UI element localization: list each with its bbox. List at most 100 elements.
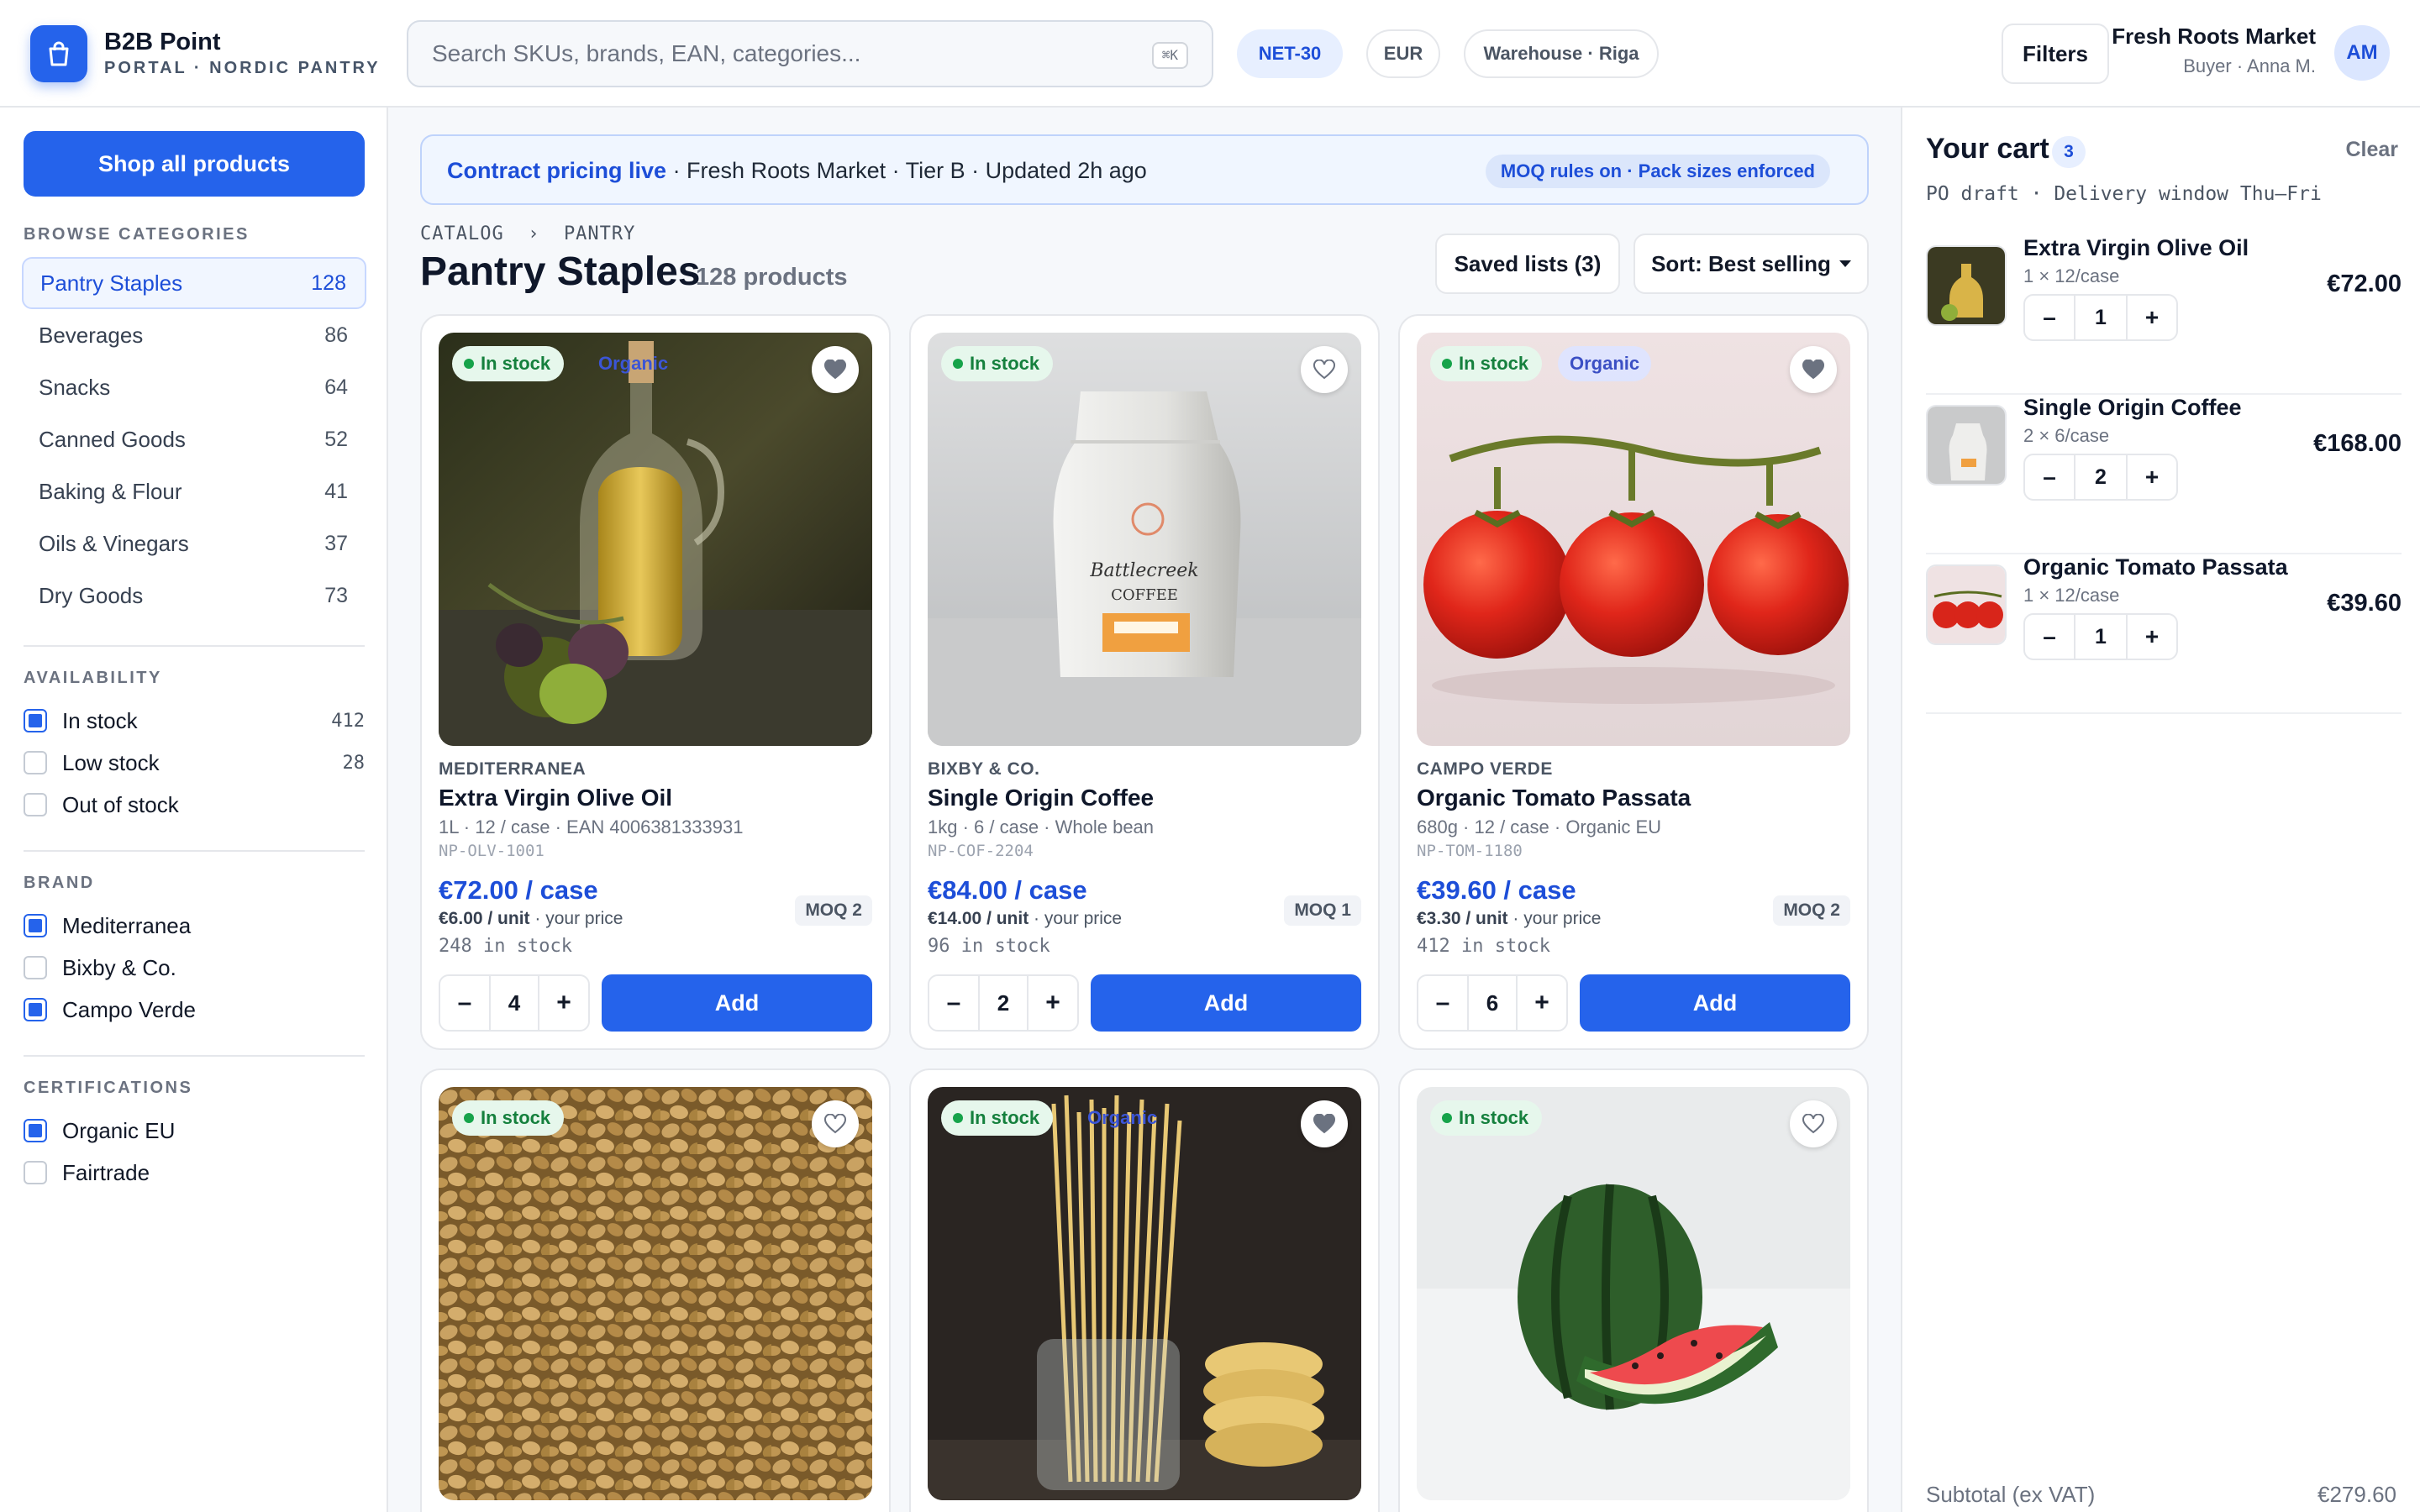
decrement-button[interactable]: – [2025,296,2074,339]
product-card: In stock [420,1068,891,1512]
quantity-value[interactable]: 2 [978,976,1028,1030]
breadcrumb[interactable]: CATALOG › PANTRY [420,223,635,244]
decrement-button[interactable]: – [929,976,978,1030]
search-bar[interactable]: ⌘K [407,20,1213,87]
coffee-bag-photo: Battlecreek COFFEE [928,333,1361,746]
cart-item-pack: 2 × 6/case [2023,425,2110,446]
category-count: 52 [324,427,348,451]
increment-button[interactable]: + [2128,455,2176,499]
quantity-value[interactable]: 2 [2074,455,2128,499]
saved-lists-button[interactable]: Saved lists (3) [1435,234,1620,294]
search-input[interactable] [432,34,1121,74]
checkbox[interactable] [24,709,47,732]
category-count: 73 [324,583,348,607]
product-name[interactable]: Organic Tomato Passata [1417,785,1691,811]
decrement-button[interactable]: – [2025,455,2074,499]
shortcut-hint: ⌘K [1151,42,1188,69]
increment-button[interactable]: + [539,976,588,1030]
category-item[interactable]: Canned Goods 52 [22,413,366,465]
product-brand: BIXBY & CO. [928,759,1040,779]
category-item[interactable]: Baking & Flour 41 [22,465,366,517]
product-image[interactable]: In stock Organic [1417,333,1850,746]
checkbox[interactable] [24,751,47,774]
category-item[interactable]: Snacks 64 [22,361,366,413]
category-label: Baking & Flour [39,478,182,504]
case-price: €72.00 / case [439,875,598,905]
currency-pill[interactable]: EUR [1366,29,1440,78]
filter-count: 28 [342,752,366,774]
category-label: Oils & Vinegars [39,530,189,556]
product-image[interactable]: In stock [1417,1087,1850,1500]
heart-icon[interactable] [812,346,859,393]
decrement-button[interactable]: – [1418,976,1467,1030]
avatar[interactable]: AM [2334,25,2390,81]
heart-icon[interactable] [812,1100,859,1147]
filter-fairtrade[interactable]: Fairtrade [24,1156,365,1189]
add-to-cart-button[interactable]: Add [602,974,872,1032]
product-image[interactable]: In stock Organic [928,1087,1361,1500]
increment-button[interactable]: + [1518,976,1566,1030]
quantity-stepper: –6 + [1417,974,1568,1032]
category-item[interactable]: Beverages 86 [22,309,366,361]
product-spec: 1kg · 6 / case · Whole bean [928,816,1155,837]
filter-label: Campo Verde [62,996,196,1022]
shopping-bag-icon[interactable] [30,25,87,82]
category-item[interactable]: Dry Goods 73 [22,570,366,622]
checkbox[interactable] [24,998,47,1021]
heart-icon[interactable] [1301,346,1348,393]
checkbox[interactable] [24,1119,47,1142]
checkbox[interactable] [24,793,47,816]
decrement-button[interactable]: – [440,976,489,1030]
cart-item: Extra Virgin Olive Oil 1 × 12/case €72.0… [1926,235,2402,395]
add-to-cart-button[interactable]: Add [1580,974,1850,1032]
category-count: 41 [324,479,348,503]
increment-button[interactable]: + [2128,296,2176,339]
category-item[interactable]: Oils & Vinegars 37 [22,517,366,570]
quantity-value[interactable]: 1 [2074,296,2128,339]
olive-oil-photo [439,333,872,746]
warehouse-pill[interactable]: Warehouse · Riga [1464,29,1659,78]
filter-out-of-stock[interactable]: Out of stock [24,788,365,822]
add-to-cart-button[interactable]: Add [1091,974,1361,1032]
filters-button[interactable]: Filters [2002,24,2109,84]
checkbox[interactable] [24,1161,47,1184]
filter-organic-eu[interactable]: Organic EU [24,1114,365,1147]
decrement-button[interactable]: – [2025,615,2074,659]
filter-low-stock[interactable]: Low stock 28 [24,746,365,780]
product-image[interactable]: In stock Organic [439,333,872,746]
quantity-value[interactable]: 6 [1467,976,1518,1030]
filter-brand-mediterranea[interactable]: Mediterranea [24,909,365,942]
cart-count-badge: 3 [2052,136,2086,168]
heart-icon[interactable] [1301,1100,1348,1147]
quantity-value[interactable]: 4 [489,976,539,1030]
heart-icon[interactable] [1790,1100,1837,1147]
product-image[interactable]: Battlecreek COFFEE In stock [928,333,1361,746]
product-name[interactable]: Extra Virgin Olive Oil [439,785,672,811]
wheat-grains-photo [439,1087,872,1500]
account-name: Fresh Roots Market [2112,24,2316,49]
increment-button[interactable]: + [1028,976,1077,1030]
checkbox[interactable] [24,956,47,979]
clear-cart-button[interactable]: Clear [2345,138,2398,162]
category-item[interactable]: Pantry Staples 128 [22,257,366,309]
product-image[interactable]: In stock [439,1087,872,1500]
filter-brand-campo-verde[interactable]: Campo Verde [24,993,365,1026]
quantity-value[interactable]: 1 [2074,615,2128,659]
cart-item-name: Organic Tomato Passata [2023,554,2288,580]
shop-all-button[interactable]: Shop all products [24,131,365,197]
category-count: 64 [324,375,348,399]
heart-icon[interactable] [1790,346,1837,393]
increment-button[interactable]: + [2128,615,2176,659]
quantity-stepper: –2 + [928,974,1079,1032]
payment-terms-pill[interactable]: NET-30 [1237,29,1343,78]
filter-brand-bixby[interactable]: Bixby & Co. [24,951,365,984]
product-name[interactable]: Single Origin Coffee [928,785,1154,811]
unit-price: €14.00 / unit [928,909,1029,928]
checkbox[interactable] [24,914,47,937]
filter-in-stock[interactable]: In stock 412 [24,704,365,738]
sort-dropdown[interactable]: Sort: Best selling [1634,234,1869,294]
banner-details: · Fresh Roots Market · Tier B · Updated … [666,158,1147,183]
top-bar: B2B Point PORTAL · NORDIC PANTRY ⌘K NET-… [0,0,2420,108]
cart-quantity-stepper: –2 + [2023,454,2178,501]
divider [24,645,365,647]
